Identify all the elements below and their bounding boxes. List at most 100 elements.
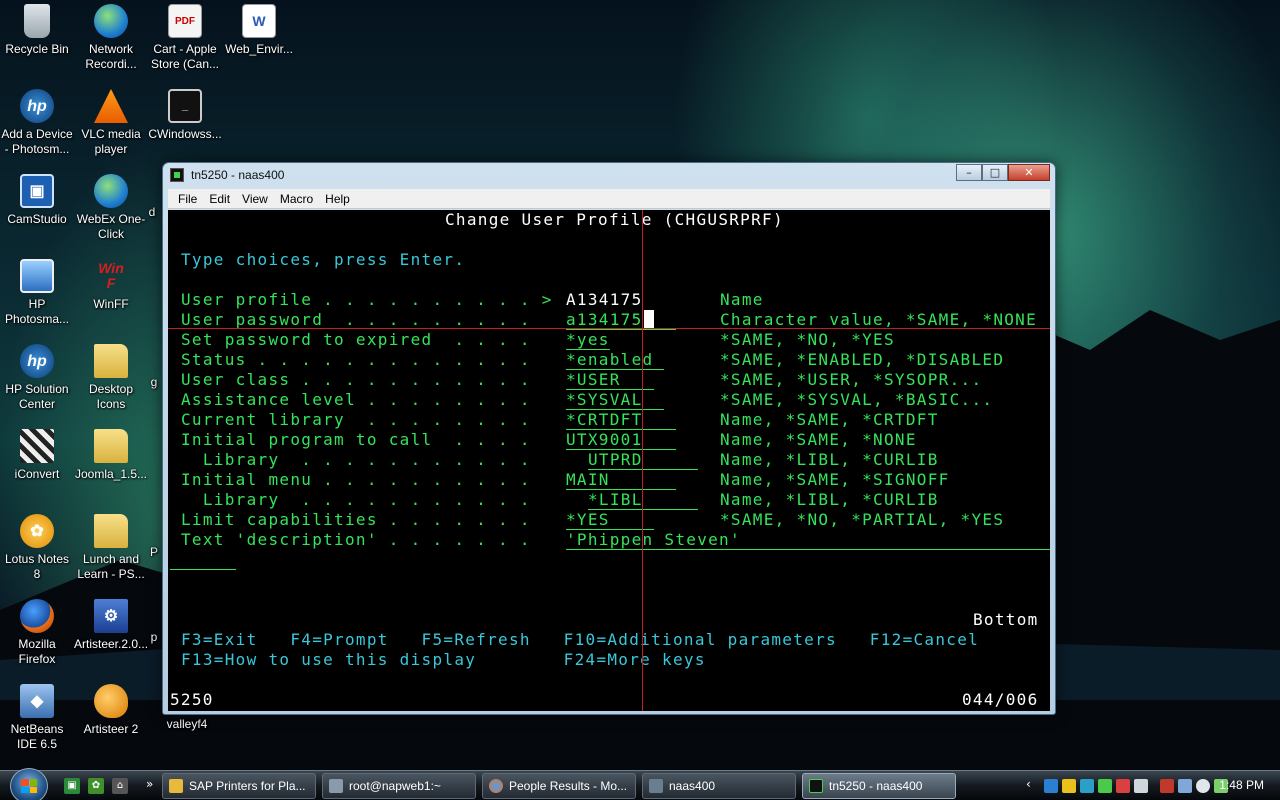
desktop-icon-partial-d[interactable]: d xyxy=(142,205,162,220)
tray-network-icon[interactable] xyxy=(1044,779,1058,793)
desktop-icon-cwindows[interactable]: _ CWindowss... xyxy=(148,87,222,142)
menu-help[interactable]: Help xyxy=(319,192,356,206)
more-indicator: Bottom xyxy=(973,610,1039,629)
taskbar-item-people-results[interactable]: People Results - Mo... xyxy=(482,773,636,799)
taskbar-item-label: naas400 xyxy=(669,779,716,793)
maximize-button[interactable]: □ xyxy=(982,164,1008,181)
quicklaunch-overflow-icon[interactable]: » xyxy=(146,777,153,791)
desktop-icon-netbeans[interactable]: ◆ NetBeans IDE 6.5 xyxy=(0,682,74,752)
field-label-set-password-expired: Set password to expired . . . . xyxy=(181,330,531,349)
desktop-icon-label: Web_Envir... xyxy=(225,42,293,56)
desktop-icon-joomla-folder[interactable]: Joomla_1.5... xyxy=(74,427,148,482)
taskbar-item-sap-printers[interactable]: SAP Printers for Pla... xyxy=(162,773,316,799)
desktop-icon-desktop-icons-folder[interactable]: Desktop Icons xyxy=(74,342,148,412)
taskbar-item-label: root@napweb1:~ xyxy=(349,779,441,793)
desktop-icon-recycle-bin[interactable]: Recycle Bin xyxy=(0,2,74,57)
terminal-app-icon xyxy=(809,779,823,793)
artisteer-icon xyxy=(94,684,128,718)
desktop-icon-partial-p2[interactable]: p xyxy=(144,630,164,645)
field-label-text-description: Text 'description' . . . . . . . xyxy=(181,530,531,549)
field-underline-continuation xyxy=(170,569,236,570)
tray-expand-icon[interactable]: ‹ xyxy=(1026,777,1031,791)
tray-security-icon[interactable] xyxy=(1160,779,1174,793)
field-value-status[interactable]: *enabled xyxy=(566,350,653,370)
quicklaunch-green-app-icon[interactable]: ✿ xyxy=(88,778,104,794)
field-value-set-password-expired[interactable]: *yes xyxy=(566,330,610,350)
desktop-icon-webex[interactable]: WebEx One-Click xyxy=(74,172,148,242)
desktop-icon-valleyf4[interactable]: valleyf4 xyxy=(150,717,224,732)
desktop-icon-camstudio[interactable]: ▣ CamStudio xyxy=(0,172,74,227)
desktop-icon-artisteer-installer[interactable]: ⚙ Artisteer.2.0... xyxy=(74,597,148,652)
desktop-icon-label: NetBeans IDE 6.5 xyxy=(10,722,64,751)
tray-sync-icon[interactable] xyxy=(1080,779,1094,793)
tray-connection-icon[interactable] xyxy=(1178,779,1192,793)
desktop-icon-hp-solution-center[interactable]: hp HP Solution Center xyxy=(0,342,74,412)
function-keys-line-2: F13=How to use this display F24=More key… xyxy=(181,650,706,669)
taskbar-clock[interactable]: 1:48 PM xyxy=(1219,778,1264,792)
taskbar-item-naas400[interactable]: naas400 xyxy=(642,773,796,799)
quicklaunch-tool-icon[interactable]: ⌂ xyxy=(112,778,128,794)
tray-volume-icon[interactable] xyxy=(1196,779,1210,793)
menu-view[interactable]: View xyxy=(236,192,274,206)
tn5250-window: tn5250 - naas400 – □ ✕ File Edit View Ma… xyxy=(162,162,1056,715)
network-recorder-icon xyxy=(94,4,128,38)
field-value-current-library[interactable]: *CRTDFT xyxy=(566,410,643,430)
desktop-icon-add-device[interactable]: hp Add a Device - Photosm... xyxy=(0,87,74,157)
status-cursor-position: 044/006 xyxy=(962,690,1039,709)
desktop-icon-lotus-notes[interactable]: ✿ Lotus Notes 8 xyxy=(0,512,74,582)
menu-macro[interactable]: Macro xyxy=(274,192,319,206)
field-value-program-library[interactable]: UTPRD xyxy=(588,450,643,470)
desktop-icon-label: Add a Device - Photosm... xyxy=(1,127,73,156)
tray-device-icon[interactable] xyxy=(1134,779,1148,793)
screen-heading: Change User Profile (CHGUSRPRF) xyxy=(445,210,784,229)
field-value-user-password[interactable]: a134175 xyxy=(566,310,643,330)
tray-update-icon[interactable] xyxy=(1098,779,1112,793)
desktop-icon-winff[interactable]: Win F WinFF xyxy=(74,257,148,312)
field-value-initial-program[interactable]: UTX9001 xyxy=(566,430,643,450)
desktop-icon-web-envir[interactable]: W Web_Envir... xyxy=(222,2,296,57)
window-titlebar[interactable]: tn5250 - naas400 – □ ✕ xyxy=(163,163,1055,187)
menu-file[interactable]: File xyxy=(172,192,203,206)
field-value-assistance-level[interactable]: *SYSVAL xyxy=(566,390,643,410)
desktop-icon-vlc[interactable]: VLC media player xyxy=(74,87,148,157)
desktop-icon-network-recorder[interactable]: Network Recordi... xyxy=(74,2,148,72)
field-value-limit-capabilities[interactable]: *YES xyxy=(566,510,610,530)
webex-icon xyxy=(94,174,128,208)
field-value-text-description[interactable]: 'Phippen Steven' xyxy=(566,530,741,550)
text-cursor xyxy=(644,310,654,328)
terminal-screen[interactable]: Change User Profile (CHGUSRPRF) Type cho… xyxy=(168,210,1050,711)
quicklaunch-terminal-icon[interactable]: ▣ xyxy=(64,778,80,794)
session-manager-icon xyxy=(649,779,663,793)
field-underline xyxy=(566,549,1050,550)
desktop-icon-partial-g[interactable]: g xyxy=(144,375,164,390)
taskbar-item-root-napweb1[interactable]: root@napweb1:~ xyxy=(322,773,476,799)
field-label-user-class: User class . . . . . . . . . . . xyxy=(181,370,531,389)
desktop-icon-label: valleyf4 xyxy=(166,717,208,731)
hp-photosmart-icon xyxy=(20,259,54,293)
desktop-icon-firefox[interactable]: Mozilla Firefox xyxy=(0,597,74,667)
field-label-menu-library: Library . . . . . . . . . . . xyxy=(181,490,531,509)
desktop-icon-lunch-learn-folder[interactable]: Lunch and Learn - PS... xyxy=(74,512,148,582)
desktop-icon-cart-apple-store[interactable]: PDF Cart - Apple Store (Can... xyxy=(148,2,222,72)
field-value-menu-library[interactable]: *LIBL xyxy=(588,490,643,510)
close-button[interactable]: ✕ xyxy=(1008,164,1050,181)
field-value-initial-menu[interactable]: MAIN xyxy=(566,470,610,490)
taskbar-item-tn5250[interactable]: tn5250 - naas400 xyxy=(802,773,956,799)
menu-edit[interactable]: Edit xyxy=(203,192,236,206)
field-value-user-profile[interactable]: A134175 xyxy=(566,290,643,310)
desktop-icon-iconvert[interactable]: iConvert xyxy=(0,427,74,482)
minimize-button[interactable]: – xyxy=(956,164,982,181)
desktop-icon-artisteer[interactable]: Artisteer 2 xyxy=(74,682,148,737)
desktop-icon-hp-photosmart[interactable]: HP Photosma... xyxy=(0,257,74,327)
hp-icon: hp xyxy=(20,89,54,123)
desktop-icon-label: Lunch and Learn - PS... xyxy=(77,552,145,581)
tray-z-app-icon[interactable] xyxy=(1062,779,1076,793)
desktop-icon-label: Network Recordi... xyxy=(85,42,137,71)
desktop-icon-partial-p[interactable]: P xyxy=(144,545,164,560)
start-button[interactable] xyxy=(10,768,48,800)
field-hint-set-password-expired: *SAME, *NO, *YES xyxy=(720,330,895,349)
taskbar-item-label: SAP Printers for Pla... xyxy=(189,779,306,793)
field-value-user-class[interactable]: *USER xyxy=(566,370,621,390)
tray-notes-icon[interactable] xyxy=(1116,779,1130,793)
desktop-icon-label: Recycle Bin xyxy=(5,42,69,56)
